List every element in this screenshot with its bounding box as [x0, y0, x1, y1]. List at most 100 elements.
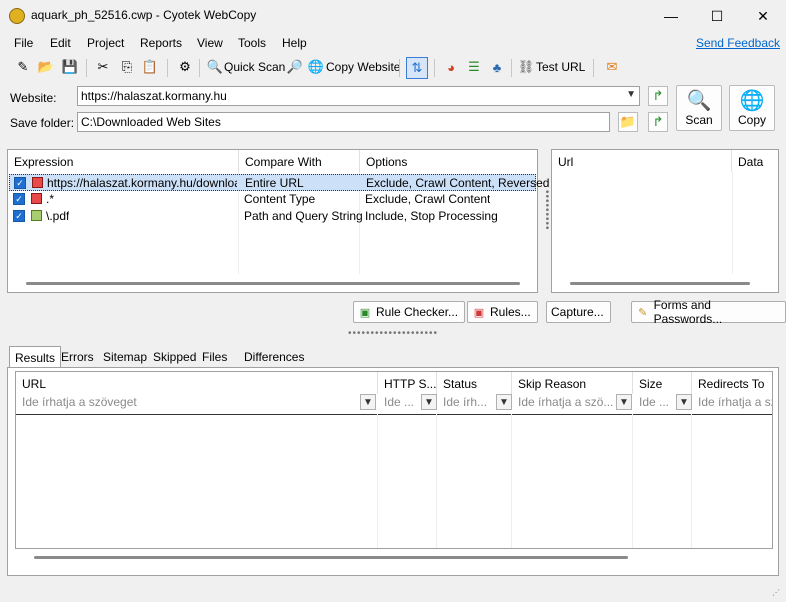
menu-help[interactable]: Help — [282, 36, 307, 50]
test-url-icon[interactable]: ⛓ — [517, 58, 535, 76]
minimize-button[interactable]: — — [648, 0, 694, 32]
column-divider — [732, 172, 733, 274]
scan-icon[interactable]: 🔎 — [286, 58, 304, 76]
menu-edit[interactable]: Edit — [50, 36, 71, 50]
close-button[interactable]: ✕ — [740, 0, 786, 32]
tab-errors[interactable]: Errors — [56, 346, 99, 367]
open-folder-icon[interactable]: 📂 — [37, 58, 55, 76]
copy-button-label: Copy — [737, 113, 766, 127]
checkbox-checked-icon[interactable]: ✓ — [13, 210, 25, 222]
send-feedback-link[interactable]: Send Feedback — [696, 36, 780, 50]
tab-files[interactable]: Files — [197, 346, 232, 367]
website-combo[interactable]: https://halaszat.kormany.hu ▼ — [77, 86, 640, 106]
sort-icon[interactable]: ⇅ — [406, 57, 428, 79]
scan-button[interactable]: 🔍 Scan — [676, 85, 722, 131]
tab-skipped[interactable]: Skipped — [148, 346, 201, 367]
rule-compare-with: Content Type — [244, 192, 316, 206]
browse-folder-icon[interactable]: 📁 — [618, 112, 638, 132]
skip-reason-filter-input[interactable]: Ide írhatja a szö... — [512, 392, 616, 412]
tab-results[interactable]: Results — [9, 346, 62, 368]
copy-icon[interactable]: ⎘ — [118, 58, 136, 76]
column-header-compare-with[interactable]: Compare With — [239, 150, 360, 172]
rule-expression: .* — [46, 192, 55, 206]
http-status-filter-input[interactable]: Ide ... — [378, 392, 420, 412]
chart-icon[interactable]: ◕ — [442, 58, 460, 76]
horizontal-scrollbar[interactable] — [570, 282, 750, 285]
save-icon[interactable]: 💾 — [61, 58, 79, 76]
menu-view[interactable]: View — [197, 36, 223, 50]
title-bar: aquark_ph_52516.cwp - Cyotek WebCopy — ☐… — [0, 0, 786, 32]
rules-label: Rules... — [490, 305, 531, 319]
menu-reports[interactable]: Reports — [140, 36, 182, 50]
rule-row[interactable]: ✓ https://halaszat.kormany.hu/download E… — [9, 174, 549, 191]
rule-row[interactable]: ✓ \.pdf Path and Query String Include, S… — [9, 208, 536, 225]
column-header-http-status[interactable]: HTTP S... — [378, 372, 437, 394]
rule-checker-button[interactable]: ▣ Rule Checker... — [353, 301, 466, 323]
toolbar: ✎ 📂 💾 ✂ ⎘ 📋 ⚙ 🔍 Quick Scan 🔎 🌐 Copy Webs… — [0, 54, 786, 82]
copy-website-icon[interactable]: 🌐 — [307, 58, 325, 76]
menu-tools[interactable]: Tools — [238, 36, 266, 50]
paste-icon[interactable]: 📋 — [141, 58, 159, 76]
horizontal-scrollbar[interactable] — [26, 282, 520, 285]
filter-icon[interactable]: ▼ — [421, 394, 437, 410]
rule-row[interactable]: ✓ .* Content Type Exclude, Crawl Content — [9, 191, 536, 208]
toolbar-separator — [434, 59, 435, 77]
rule-options: Exclude, Crawl Content — [365, 192, 491, 206]
rules-button[interactable]: ▣ Rules... — [467, 301, 538, 323]
url-list[interactable]: Url Data — [551, 149, 779, 293]
window-title: aquark_ph_52516.cwp - Cyotek WebCopy — [31, 8, 257, 22]
column-header-options[interactable]: Options — [360, 150, 537, 172]
tab-sitemap[interactable]: Sitemap — [98, 346, 152, 367]
tab-differences[interactable]: Differences — [239, 346, 309, 367]
rules-list[interactable]: Expression Compare With Options ✓ https:… — [7, 149, 549, 293]
website-label: Website: — [10, 91, 57, 105]
menu-project[interactable]: Project — [87, 36, 124, 50]
column-header-url[interactable]: URL — [16, 372, 378, 394]
menu-file[interactable]: File — [14, 36, 33, 50]
sitemap-icon[interactable]: ♣ — [488, 58, 506, 76]
column-header-data[interactable]: Data — [732, 150, 780, 172]
checkbox-checked-icon[interactable]: ✓ — [13, 193, 25, 205]
column-divider — [511, 414, 512, 548]
column-header-url[interactable]: Url — [552, 150, 732, 172]
open-folder-arrow-icon[interactable]: ↱ — [648, 112, 668, 132]
new-project-icon[interactable]: ✎ — [14, 58, 32, 76]
capture-button[interactable]: Capture... — [546, 301, 611, 323]
test-url-button[interactable]: Test URL — [536, 60, 585, 74]
toolbar-separator — [511, 59, 512, 77]
splitter-handle[interactable]: •••••••••••••••••••• — [348, 328, 438, 339]
column-header-redirects-to[interactable]: Redirects To — [692, 372, 772, 394]
save-folder-field[interactable]: C:\Downloaded Web Sites — [77, 112, 610, 132]
column-header-skip-reason[interactable]: Skip Reason — [512, 372, 633, 394]
quick-scan-icon[interactable]: 🔍 — [206, 58, 224, 76]
horizontal-scrollbar[interactable] — [34, 556, 628, 559]
column-header-status[interactable]: Status — [437, 372, 512, 394]
filter-icon[interactable]: ▼ — [496, 394, 512, 410]
filter-icon[interactable]: ▼ — [616, 394, 632, 410]
status-filter-input[interactable]: Ide írh... — [437, 392, 495, 412]
resize-grip-icon[interactable]: ⋰ — [772, 588, 781, 597]
quick-scan-button[interactable]: Quick Scan — [224, 60, 285, 74]
column-header-expression[interactable]: Expression — [8, 150, 239, 172]
column-header-size[interactable]: Size — [633, 372, 692, 394]
rule-checker-label: Rule Checker... — [376, 305, 459, 319]
maximize-button[interactable]: ☐ — [694, 0, 740, 32]
redirects-to-filter-input[interactable]: Ide írhatja a sz — [692, 392, 772, 412]
go-arrow-icon[interactable]: ↱ — [648, 86, 668, 106]
url-filter-input[interactable]: Ide írhatja a szöveget — [16, 392, 358, 412]
project-properties-icon[interactable]: ⚙ — [176, 58, 194, 76]
cut-icon[interactable]: ✂ — [94, 58, 112, 76]
list-icon[interactable]: ☰ — [465, 58, 483, 76]
chevron-down-icon[interactable]: ▼ — [626, 89, 636, 100]
app-icon — [9, 8, 25, 24]
filter-icon[interactable]: ▼ — [676, 394, 692, 410]
copy-website-button[interactable]: Copy Website — [326, 60, 400, 74]
rule-options: Include, Stop Processing — [365, 209, 498, 223]
checkbox-checked-icon[interactable]: ✓ — [14, 177, 26, 189]
size-filter-input[interactable]: Ide ... — [633, 392, 675, 412]
results-grid[interactable]: URL HTTP S... Status Skip Reason Size Re… — [15, 371, 773, 559]
rss-icon[interactable]: ✉ — [603, 58, 621, 76]
copy-button[interactable]: 🌐 Copy — [729, 85, 775, 131]
forms-passwords-button[interactable]: ✎ Forms and Passwords... — [631, 298, 786, 326]
filter-icon[interactable]: ▼ — [360, 394, 376, 410]
